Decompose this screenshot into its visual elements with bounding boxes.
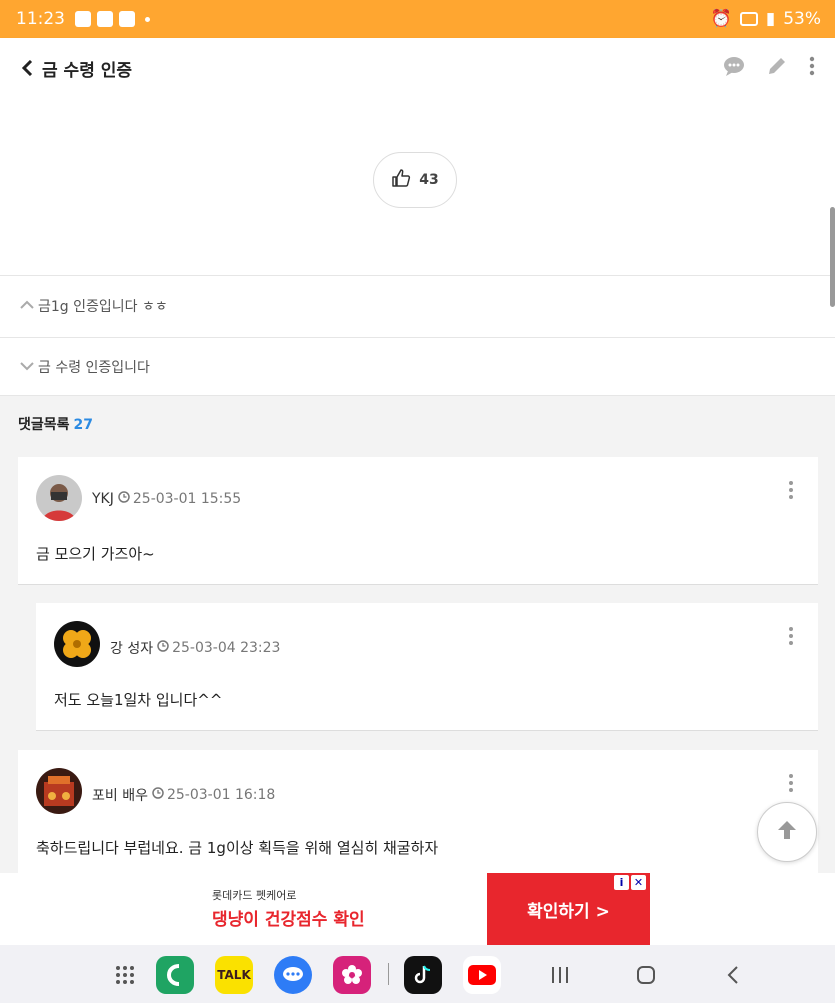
messages-app-icon[interactable]: [274, 956, 312, 994]
comment-meta: YKJ 25-03-01 15:55: [92, 491, 241, 507]
page-title: 금 수령 인증: [42, 60, 133, 81]
chevron-up-icon: [20, 298, 34, 314]
comment-more-icon[interactable]: [788, 481, 794, 499]
comment-meta: 포비 배우 25-03-01 16:18: [92, 785, 275, 805]
like-count: 43: [419, 172, 439, 188]
tiktok-app-icon[interactable]: [404, 956, 442, 994]
scrollbar[interactable]: [830, 207, 835, 307]
status-right: ⏰ ▮ 53%: [711, 0, 821, 38]
next-post-link[interactable]: 금 수령 인증입니다: [0, 338, 835, 395]
kakaotalk-app-icon[interactable]: TALK: [215, 956, 253, 994]
comment-bubble-icon[interactable]: [723, 56, 745, 80]
comment-date: 25-03-04 23:23: [157, 640, 280, 656]
comment-date-text: 25-03-04 23:23: [172, 640, 281, 656]
arrow-up-icon: [775, 818, 799, 846]
system-dock: TALK: [0, 945, 835, 1003]
like-button[interactable]: 43: [373, 152, 457, 208]
alarm-icon: ⏰: [710, 9, 732, 29]
app-notification-icon: [75, 11, 91, 27]
clock-icon: [157, 640, 169, 656]
clock-icon: [152, 787, 164, 803]
back-nav-icon[interactable]: [714, 956, 752, 994]
avatar[interactable]: [36, 475, 82, 521]
comment-date-text: 25-03-01 15:55: [132, 491, 242, 507]
avatar[interactable]: [54, 621, 100, 667]
scroll-top-button[interactable]: [757, 802, 817, 862]
home-icon[interactable]: [627, 956, 665, 994]
comment-date: 25-03-01 15:55: [118, 491, 241, 507]
divider: [0, 395, 835, 396]
ad-close-icon[interactable]: ✕: [631, 875, 646, 890]
comment-date: 25-03-01 16:18: [152, 787, 275, 803]
header-actions: [723, 38, 815, 98]
ad-content[interactable]: 롯데카드 펫케어로 댕냥이 건강점수 확인: [190, 873, 487, 945]
comments-heading-label: 댓글목록: [18, 417, 70, 433]
ad-cta-label: 확인하기 >: [527, 901, 610, 922]
back-arrow-icon[interactable]: [18, 59, 36, 77]
status-bar: 11:23 ⏰ ▮ 53%: [0, 0, 835, 38]
dock-divider: [388, 963, 389, 985]
comment-meta: 강 성자 25-03-04 23:23: [110, 638, 280, 658]
comment-more-icon[interactable]: [788, 774, 794, 792]
ad-cta-button[interactable]: 확인하기 > i ✕: [487, 873, 650, 945]
status-time: 11:23: [16, 9, 65, 29]
ad-banner[interactable]: 롯데카드 펫케어로 댕냥이 건강점수 확인 확인하기 > i ✕: [0, 873, 835, 945]
prev-post-link[interactable]: 금1g 인증입니다 ㅎㅎ: [0, 276, 835, 336]
notification-icons: [75, 11, 150, 27]
comment-author[interactable]: 포비 배우: [92, 785, 148, 805]
comments-heading: 댓글목록 27: [18, 414, 93, 434]
wifi-call-icon: [739, 12, 758, 26]
pdf-notification-icon: [119, 11, 135, 27]
comment-more-icon[interactable]: [788, 627, 794, 645]
comment-text: 금 모으기 가즈아~: [36, 545, 155, 563]
comment-reply-item: 강 성자 25-03-04 23:23 저도 오늘1일차 입니다^^: [36, 603, 818, 731]
thumbs-up-icon: [391, 168, 411, 192]
comment-text: 축하드립니다 부럽네요. 금 1g이상 획득을 위해 열심히 채굴하자: [36, 839, 439, 857]
avatar[interactable]: [36, 768, 82, 814]
comment-date-text: 25-03-01 16:18: [166, 787, 276, 803]
flower-app-icon[interactable]: [333, 956, 371, 994]
next-post-title: 금 수령 인증입니다: [38, 359, 150, 376]
signal-icon: ▮: [765, 9, 776, 29]
comment-item: 포비 배우 25-03-01 16:18 축하드립니다 부럽네요. 금 1g이상…: [18, 750, 818, 873]
comment-author[interactable]: 강 성자: [110, 638, 153, 658]
chevron-down-icon: [20, 359, 34, 375]
recent-apps-icon[interactable]: [541, 956, 579, 994]
ad-headline: 댕냥이 건강점수 확인: [212, 910, 365, 930]
app-header: 금 수령 인증: [0, 38, 835, 98]
edit-pencil-icon[interactable]: [767, 56, 787, 80]
phone-app-icon[interactable]: [156, 956, 194, 994]
comment-text: 저도 오늘1일차 입니다^^: [54, 691, 223, 709]
ad-info-icon[interactable]: i: [614, 875, 629, 890]
prev-post-title: 금1g 인증입니다 ㅎㅎ: [38, 299, 168, 315]
more-notifications-dot: [145, 16, 150, 22]
youtube-app-icon[interactable]: [463, 956, 501, 994]
gallery-notification-icon: [97, 11, 113, 27]
kakaotalk-label: TALK: [217, 968, 251, 982]
clock-icon: [118, 491, 130, 507]
battery-percent: 53%: [783, 9, 821, 29]
comment-author[interactable]: YKJ: [92, 491, 114, 507]
ad-small-text: 롯데카드 펫케어로: [212, 889, 297, 902]
comment-item: YKJ 25-03-01 15:55 금 모으기 가즈아~: [18, 457, 818, 585]
comments-count: 27: [73, 417, 94, 433]
apps-grid-icon[interactable]: [106, 956, 144, 994]
more-menu-icon[interactable]: [809, 56, 815, 80]
ad-info-controls: i ✕: [614, 875, 646, 890]
